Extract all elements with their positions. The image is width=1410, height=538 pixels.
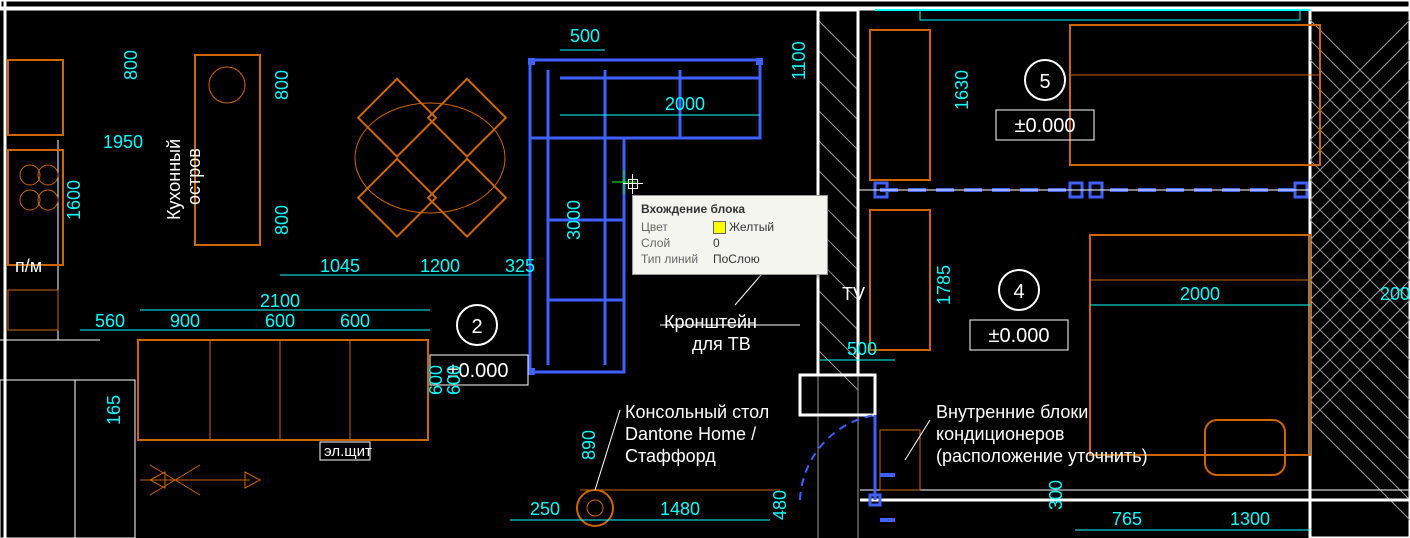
dim-600d: 600 [444, 365, 464, 395]
tooltip-linetype-label: Тип линий [641, 252, 713, 266]
dim-800a: 800 [121, 50, 141, 80]
tooltip-layer-label: Слой [641, 236, 713, 250]
dim-250: 250 [530, 499, 560, 519]
ac-line3: (расположение уточнить) [936, 446, 1148, 466]
color-swatch-icon [713, 221, 726, 234]
tooltip-color-value: Желтый [729, 220, 774, 234]
dim-600c: 600 [426, 365, 446, 395]
dim-325: 325 [505, 256, 535, 276]
dim-1480: 1480 [660, 499, 700, 519]
dim-2000: 2000 [665, 94, 705, 114]
room-5-num: 5 [1039, 71, 1050, 93]
dim-900: 900 [170, 311, 200, 331]
console-line3: Стаффорд [625, 446, 716, 466]
tooltip-linetype-value: ПоСлою [713, 252, 819, 266]
dim-500: 500 [570, 26, 600, 46]
tv-bracket-line2: для ТВ [692, 334, 751, 354]
tooltip-color-label: Цвет [641, 220, 713, 234]
dim-1045: 1045 [320, 256, 360, 276]
dim-1200: 1200 [420, 256, 460, 276]
dim-200: 200 [1380, 284, 1410, 304]
dim-890: 890 [579, 430, 599, 460]
pm-label: п/м [15, 256, 42, 276]
dim-800c: 800 [272, 205, 292, 235]
tv-label: TV [842, 284, 865, 304]
dim-600a: 600 [265, 311, 295, 331]
tv-bracket-line1: Кронштейн [664, 312, 757, 332]
panel-label: эл.щит [324, 443, 372, 460]
tooltip-layer-value: 0 [713, 236, 819, 250]
dim-1785: 1785 [934, 265, 954, 305]
dim-1100: 1100 [789, 41, 809, 80]
dim-765: 765 [1112, 509, 1142, 529]
console-line2: Dantone Home / [625, 424, 756, 444]
ac-line2: кондиционеров [936, 424, 1065, 444]
kitchen-island-label-1: Кухонный [164, 139, 184, 220]
dim-600b: 600 [340, 311, 370, 331]
room-5-elev: ±0.000 [1014, 115, 1075, 137]
dim-560: 560 [95, 311, 125, 331]
pickbox-icon [628, 179, 638, 189]
dim-1630: 1630 [952, 70, 972, 110]
room-4-elev: ±0.000 [988, 325, 1049, 347]
hover-tooltip: Вхождение блока Цвет Желтый Слой0 Тип лин… [632, 195, 828, 275]
dim-3000: 3000 [564, 200, 584, 240]
dim-500b: 500 [847, 339, 877, 359]
dim-2000b: 2000 [1180, 284, 1220, 304]
console-line1: Консольный стол [625, 402, 769, 422]
dim-480: 480 [770, 490, 790, 520]
ac-line1: Внутренние блоки [936, 402, 1088, 422]
dim-2100: 2100 [260, 291, 300, 311]
dim-1600: 1600 [64, 180, 84, 220]
room-2-num: 2 [471, 316, 482, 338]
dim-800b: 800 [272, 70, 292, 100]
dim-300: 300 [1046, 480, 1066, 510]
tooltip-title: Вхождение блока [641, 202, 819, 216]
kitchen-island-label-2: остров [184, 148, 204, 205]
room-4-num: 4 [1013, 281, 1024, 303]
dim-165: 165 [104, 395, 124, 425]
dim-1300: 1300 [1230, 509, 1270, 529]
dim-1950: 1950 [103, 132, 143, 152]
